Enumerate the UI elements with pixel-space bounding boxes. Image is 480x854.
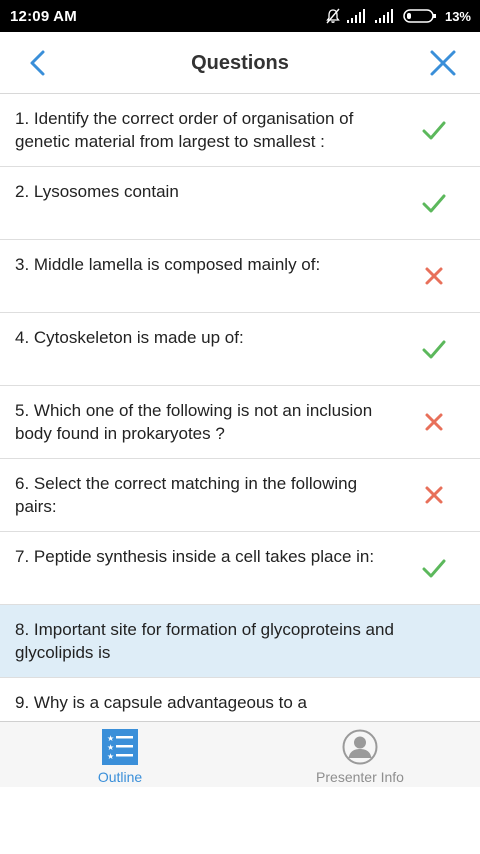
signal-icon	[346, 9, 369, 23]
svg-text:★: ★	[107, 743, 114, 752]
question-row-selected[interactable]: 8. Important site for formation of glyco…	[0, 605, 480, 678]
nav-outline-label: Outline	[97, 769, 143, 785]
question-row[interactable]: 4. Cytoskeleton is made up of:	[0, 313, 480, 386]
question-text: 5. Which one of the following is not an …	[15, 401, 373, 443]
question-row[interactable]: 2. Lysosomes contain	[0, 167, 480, 240]
outline-list-icon: ★ ★ ★	[102, 729, 138, 765]
bell-off-icon	[325, 8, 341, 24]
question-row[interactable]: 1. Identify the correct order of organis…	[0, 94, 480, 167]
nav-presenter-info[interactable]: Presenter Info	[240, 722, 480, 788]
question-row[interactable]: 5. Which one of the following is not an …	[0, 386, 480, 459]
check-icon	[422, 559, 446, 578]
close-button[interactable]	[428, 48, 458, 78]
battery-icon	[403, 8, 437, 24]
page-title: Questions	[191, 52, 289, 74]
question-row[interactable]: 6. Select the correct matching in the fo…	[0, 459, 480, 532]
check-icon	[422, 340, 446, 359]
cross-icon	[425, 486, 443, 504]
svg-text:★: ★	[107, 734, 114, 743]
chevron-left-icon	[30, 50, 45, 76]
check-icon	[422, 121, 446, 140]
question-text: 9. Why is a capsule advantageous to a	[15, 693, 308, 712]
battery-percent: 13%	[444, 8, 471, 24]
status-time: 12:09 AM	[10, 7, 77, 25]
question-text: 8. Important site for formation of glyco…	[15, 620, 394, 662]
status-icons: 13%	[325, 8, 471, 24]
question-row[interactable]: 9. Why is a capsule advantageous to a	[0, 678, 480, 721]
question-text: 4. Cytoskeleton is made up of:	[15, 328, 244, 347]
question-list[interactable]: 1. Identify the correct order of organis…	[0, 94, 480, 721]
cross-icon	[425, 267, 443, 285]
close-icon	[430, 50, 456, 76]
question-text: 6. Select the correct matching in the fo…	[15, 474, 358, 516]
bottom-nav: ★ ★ ★ Outline Presenter Info	[0, 721, 480, 787]
question-row[interactable]: 3. Middle lamella is composed mainly of:	[0, 240, 480, 313]
cross-icon	[425, 413, 443, 431]
nav-outline[interactable]: ★ ★ ★ Outline	[0, 722, 240, 788]
question-row[interactable]: 7. Peptide synthesis inside a cell takes…	[0, 532, 480, 605]
nav-presenter-label: Presenter Info	[316, 769, 404, 785]
back-button[interactable]	[22, 48, 52, 78]
question-text: 3. Middle lamella is composed mainly of:	[15, 255, 321, 274]
question-text: 7. Peptide synthesis inside a cell takes…	[15, 547, 375, 566]
check-icon	[422, 194, 446, 213]
signal-icon	[374, 9, 397, 23]
status-bar: 12:09 AM 13%	[0, 0, 480, 32]
app-header: Questions	[0, 32, 480, 94]
question-text: 2. Lysosomes contain	[15, 182, 179, 201]
svg-text:★: ★	[107, 752, 114, 761]
blank-area	[0, 787, 480, 854]
user-avatar-icon	[342, 729, 378, 765]
question-text: 1. Identify the correct order of organis…	[15, 109, 354, 151]
